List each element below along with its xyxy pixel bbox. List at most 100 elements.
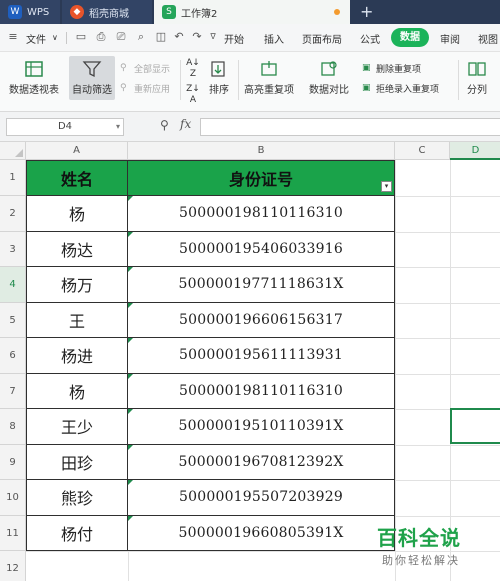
reapply-label: 重新应用 [134, 85, 171, 95]
data-compare-icon [321, 61, 337, 76]
row-header-11[interactable]: 11 [0, 515, 26, 551]
row-header-12[interactable]: 12 [0, 551, 26, 581]
row-header-5[interactable]: 5 [0, 302, 26, 338]
print-icon[interactable]: ⎚ [114, 30, 128, 44]
menu-start[interactable]: 开始 [224, 31, 244, 46]
cell-id-number[interactable]: 500000195406033916 [128, 231, 395, 267]
cell-name[interactable]: 杨付 [26, 515, 128, 551]
filter-dropdown-icon[interactable]: ▾ [381, 181, 392, 192]
cell-id-number[interactable]: 500000196606156317 [128, 302, 395, 338]
reject-duplicates-button[interactable]: ▣ 拒绝录入重复项 [362, 82, 439, 95]
tab-wps[interactable]: W WPS [0, 0, 60, 24]
tab-label: 工作簿2 [181, 8, 218, 20]
column-header-d[interactable]: D [450, 142, 500, 160]
menu-file[interactable]: 文件 [26, 31, 46, 46]
cell-id-number[interactable]: 50000019771118631X [128, 267, 395, 303]
pivot-table-label: 数据透视表 [9, 85, 59, 96]
column-header-b[interactable]: B [128, 142, 395, 160]
chevron-down-icon[interactable]: ∨ [52, 33, 58, 42]
menu-formula[interactable]: 公式 [360, 31, 380, 46]
cell-id-number[interactable]: 50000019670812392X [128, 444, 395, 480]
cell-id-number[interactable]: 500000195611113931 [128, 338, 395, 374]
cell-name[interactable]: 杨达 [26, 231, 128, 267]
cell-id-number[interactable]: 50000019510110391X [128, 409, 395, 445]
cell-id-number[interactable]: 500000198110116310 [128, 196, 395, 232]
row-header-2[interactable]: 2 [0, 196, 26, 232]
function-icon[interactable]: fx [180, 117, 191, 131]
pivot-table-button[interactable]: 数据透视表 [8, 60, 60, 96]
cell-name[interactable]: 王少 [26, 409, 128, 445]
menu-view[interactable]: 视图 [478, 31, 498, 46]
column-header-a[interactable]: A [26, 142, 128, 160]
formula-input[interactable] [200, 118, 500, 136]
cell-name[interactable]: 熊珍 [26, 480, 128, 516]
row-header-1[interactable]: 1 [0, 160, 26, 196]
text-number-indicator-icon [128, 338, 133, 343]
cell-name[interactable]: 杨 [26, 373, 128, 409]
auto-filter-button[interactable]: 自动筛选 [70, 60, 114, 96]
cell-id-number[interactable]: 500000195507203929 [128, 480, 395, 516]
row-header-8[interactable]: 8 [0, 409, 26, 445]
customize-chevron-icon[interactable]: ∇ [206, 30, 220, 44]
active-cell-selection[interactable] [450, 408, 500, 444]
hamburger-menu-icon[interactable]: ≡ [6, 30, 20, 44]
save-icon[interactable]: ▭ [74, 30, 88, 44]
text-number-indicator-icon [128, 373, 133, 379]
menu-data[interactable]: 数据 [391, 28, 429, 47]
sort-za-icon: Z↓ A [186, 84, 200, 105]
row-header-4[interactable]: 4 [0, 267, 26, 303]
export-pdf-icon[interactable]: ⎙ [94, 30, 108, 44]
undo-icon[interactable]: ↶ [172, 30, 186, 44]
print-preview-icon[interactable]: ⌕ [134, 30, 148, 44]
cell-name[interactable]: 杨万 [26, 267, 128, 303]
cell-name[interactable]: 杨进 [26, 338, 128, 374]
tab-workbook[interactable]: S 工作簿2 [154, 0, 350, 24]
pivot-table-icon [25, 61, 43, 77]
menu-insert[interactable]: 插入 [264, 31, 284, 46]
menu-review[interactable]: 审阅 [440, 31, 460, 46]
name-box[interactable]: D4 ▾ [6, 118, 124, 136]
column-header-c[interactable]: C [395, 142, 450, 160]
format-painter-icon[interactable]: ◫ [154, 30, 168, 44]
menu-bar: ≡ 文件 ∨ ▭ ⎙ ⎚ ⌕ ◫ ↶ ↷ ∇ 开始 插入 页面布局 公式 数据 … [0, 24, 500, 52]
cell-name[interactable]: 王 [26, 302, 128, 338]
text-number-indicator-icon [128, 267, 133, 272]
redo-icon[interactable]: ↷ [190, 30, 204, 44]
reapply-button[interactable]: ⚲ 重新应用 [120, 82, 170, 95]
delete-duplicates-icon: ▣ [362, 63, 371, 73]
new-tab-icon[interactable]: + [360, 2, 373, 21]
reject-duplicates-icon: ▣ [362, 83, 371, 93]
split-column-button[interactable]: 分列 [462, 60, 492, 96]
sort-label: 排序 [209, 85, 229, 96]
select-all-corner[interactable] [0, 142, 26, 160]
menu-page-layout[interactable]: 页面布局 [302, 31, 342, 46]
split-column-icon [468, 62, 486, 76]
sort-descending-button[interactable]: Z↓ A [186, 84, 200, 106]
highlight-duplicates-button[interactable]: 高亮重复项 [242, 60, 296, 96]
delete-duplicates-label: 删除重复项 [376, 65, 422, 75]
data-compare-button[interactable]: 数据对比 [302, 60, 356, 96]
tab-docer-store[interactable]: ◆ 稻壳商城 [62, 0, 152, 24]
cell-id-number[interactable]: 500000198110116310 [128, 373, 395, 409]
show-all-button[interactable]: ⚲ 全部显示 [120, 62, 170, 75]
row-header-7[interactable]: 7 [0, 373, 26, 409]
cell-name[interactable]: 杨 [26, 196, 128, 232]
header-cell-name[interactable]: 姓名 [26, 160, 128, 196]
cell-name[interactable]: 田珍 [26, 444, 128, 480]
row-header-9[interactable]: 9 [0, 444, 26, 480]
zoom-search-icon[interactable]: ⚲ [160, 118, 169, 132]
sort-button[interactable]: 排序 [206, 60, 232, 96]
row-header-6[interactable]: 6 [0, 338, 26, 374]
row-header-10[interactable]: 10 [0, 480, 26, 516]
spreadsheet-icon: S [162, 5, 176, 19]
cell-id-number[interactable]: 50000019660805391X [128, 515, 395, 551]
wps-logo-icon: W [8, 5, 22, 19]
row-header-3[interactable]: 3 [0, 231, 26, 267]
sort-ascending-button[interactable]: A↓ Z [186, 58, 200, 80]
text-number-indicator-icon [128, 515, 133, 521]
delete-duplicates-button[interactable]: ▣ 删除重复项 [362, 62, 421, 75]
text-number-indicator-icon [128, 231, 133, 237]
show-all-label: 全部显示 [134, 65, 171, 75]
name-box-dropdown-icon[interactable]: ▾ [116, 119, 120, 135]
header-cell-id[interactable]: 身份证号 ▾ [128, 160, 395, 196]
